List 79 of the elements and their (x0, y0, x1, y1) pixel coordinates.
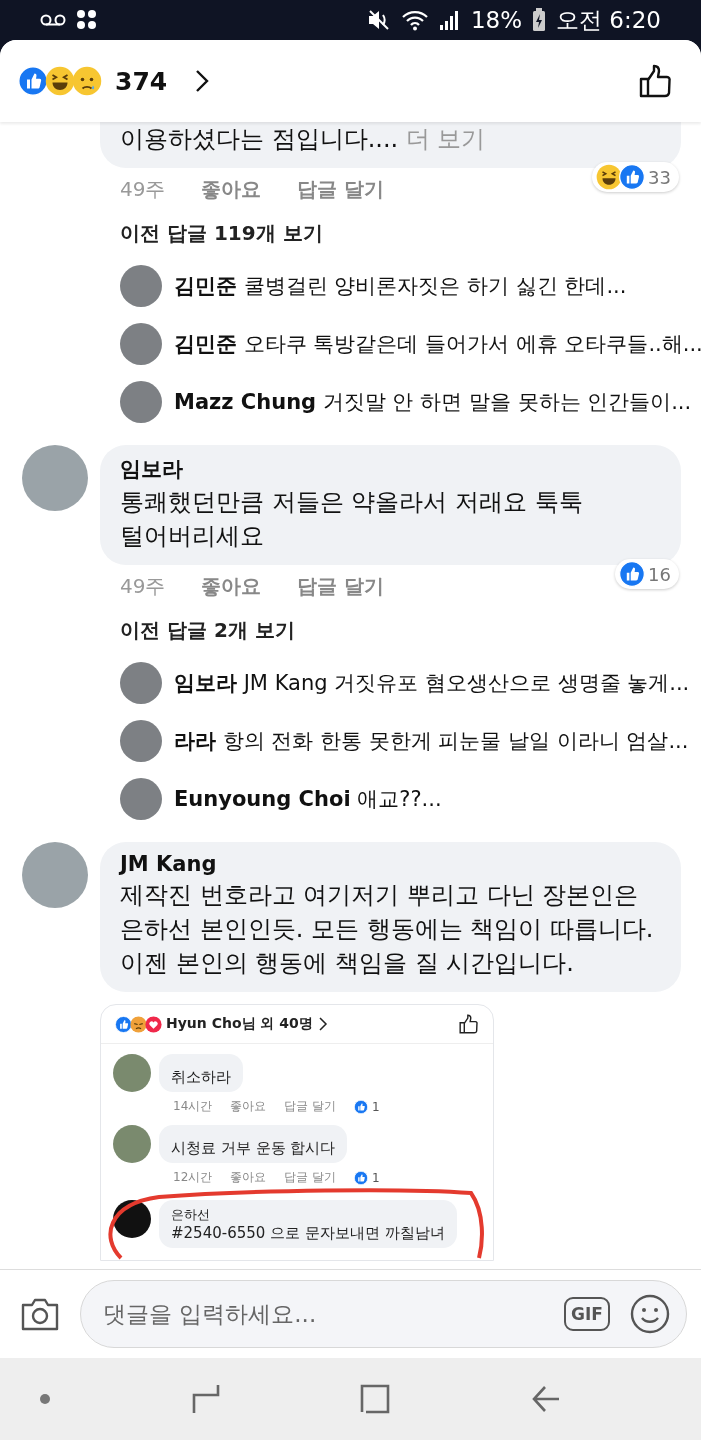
like-reaction-icon (18, 66, 48, 96)
avatar-photo[interactable] (120, 381, 162, 423)
reaction-summary[interactable]: 33 (592, 162, 679, 192)
comment-age: 14시간 (173, 1098, 213, 1115)
signal-icon (438, 10, 461, 30)
reply-preview[interactable]: 임보라 JM Kang 거짓유포 혐오생산으로 생명줄 놓게... (174, 669, 690, 697)
heart-reaction-icon (145, 1015, 162, 1033)
like-link: 좋아요 (230, 1098, 267, 1115)
avatar-photo[interactable] (120, 323, 162, 365)
attached-screenshot[interactable]: Hyun Cho님 외 40명 취소하라 14시간 좋아요 답글 달기 1 시청료 거부 운동 합시다 12시간 좋아요 답글 달기 1 은하선 #2540-6550 으로 문자보내면 까칠남녀 (100, 1004, 494, 1261)
comment-text: 이용하셨다는 점입니다.... 더 보기 (120, 124, 487, 155)
like-reaction-icon (354, 1099, 369, 1114)
like-count: 1 (372, 1099, 380, 1114)
like-reaction-icon (115, 1015, 132, 1033)
like-reaction-icon (354, 1170, 369, 1185)
crying-face-icon (72, 66, 102, 96)
commenter-name: 은하선 (171, 1206, 211, 1224)
comment-text: 취소하라 (171, 1068, 231, 1087)
reply-preview[interactable]: Mazz Chung 거짓말 안 하면 말을 못하는 인간들이... (174, 388, 692, 416)
battery-icon (532, 8, 547, 32)
clock: 오전 6:20 (556, 5, 661, 35)
like-link[interactable]: 좋아요 (201, 176, 262, 208)
reply-preview[interactable]: 라라 항의 전화 한통 못한게 피눈물 날일 이라니 엄살... (174, 727, 689, 755)
comment-input-field[interactable]: 댓글을 입력하세요... GIF (80, 1280, 687, 1348)
reply-link: 답글 달기 (284, 1098, 337, 1115)
comment-text: 이젠 본인의 행동에 책임을 질 시간입니다. (120, 948, 575, 979)
camera-icon[interactable] (20, 1296, 60, 1332)
thumbs-up-icon (459, 1014, 479, 1034)
like-reaction-icon (619, 164, 646, 190)
like-count: 1 (372, 1170, 380, 1185)
avatar-photo[interactable] (120, 265, 162, 307)
reaction-count[interactable]: 374 (115, 66, 168, 96)
reactors-summary: Hyun Cho님 외 40명 (166, 1015, 313, 1033)
comment-text: 시청료 거부 운동 합시다 (171, 1139, 336, 1158)
mute-icon (366, 9, 391, 31)
like-reaction-icon (619, 561, 646, 587)
reply-link[interactable]: 답글 달기 (297, 573, 385, 605)
comment-text: #2540-6550 으로 문자보내면 까칠남녀 (171, 1224, 445, 1243)
voicemail-icon (40, 14, 66, 26)
thumbs-up-icon[interactable] (639, 64, 673, 98)
previous-replies-link[interactable]: 이전 답글 119개 보기 (100, 208, 681, 257)
dot-icon[interactable] (39, 1393, 51, 1405)
comment-text: 제작진 번호라고 여기저기 뿌리고 다닌 장본인은 (120, 880, 640, 911)
comment-text: 은하선 본인인듯. 모든 행동에는 책임이 따릅니다. (120, 914, 655, 945)
wifi-icon (400, 9, 429, 31)
like-link: 좋아요 (230, 1169, 267, 1186)
reply-preview[interactable]: 김민준 오타쿠 톡방같은데 들어가서 에휴 오타쿠들..해... (174, 330, 701, 358)
reply-preview[interactable]: 김민준 쿨병걸린 양비론자짓은 하기 싫긴 한데... (174, 272, 627, 300)
reaction-summary[interactable]: 16 (615, 559, 679, 589)
comment-age: 49주 (120, 176, 166, 203)
reply-preview[interactable]: Eunyoung Choi 애교??... (174, 785, 442, 813)
reaction-count: 33 (648, 166, 671, 188)
like-link[interactable]: 좋아요 (201, 573, 262, 605)
laughing-face-icon (45, 66, 75, 96)
app-grid-icon (76, 9, 98, 31)
previous-replies-link[interactable]: 이전 답글 2개 보기 (100, 605, 681, 654)
back-arrow-icon[interactable] (530, 1384, 561, 1414)
reaction-count: 16 (648, 563, 671, 585)
chevron-right-icon (318, 1017, 328, 1031)
avatar-photo (113, 1054, 151, 1092)
avatar-photo (113, 1125, 151, 1163)
comment-age: 12시간 (173, 1169, 213, 1186)
commenter-name[interactable]: 임보라 (120, 455, 661, 483)
laughing-face-icon (596, 164, 623, 190)
gif-button[interactable]: GIF (564, 1297, 610, 1331)
avatar-photo[interactable] (120, 662, 162, 704)
battery-percent: 18% (470, 7, 523, 33)
commenter-name[interactable]: JM Kang (120, 852, 661, 876)
chevron-right-icon[interactable] (195, 69, 210, 93)
reply-link[interactable]: 답글 달기 (297, 176, 385, 208)
comment-text: 통쾌했던만큼 저들은 약올라서 저래요 툭툭 (120, 487, 584, 518)
recent-apps-icon[interactable] (191, 1384, 220, 1414)
comment-age: 49주 (120, 573, 166, 600)
reply-link: 답글 달기 (284, 1169, 337, 1186)
angry-face-icon (130, 1015, 147, 1033)
avatar-photo[interactable] (120, 778, 162, 820)
comment-text: 털어버리세요 (120, 521, 265, 552)
avatar-photo[interactable] (120, 720, 162, 762)
smiley-icon[interactable] (630, 1294, 670, 1334)
